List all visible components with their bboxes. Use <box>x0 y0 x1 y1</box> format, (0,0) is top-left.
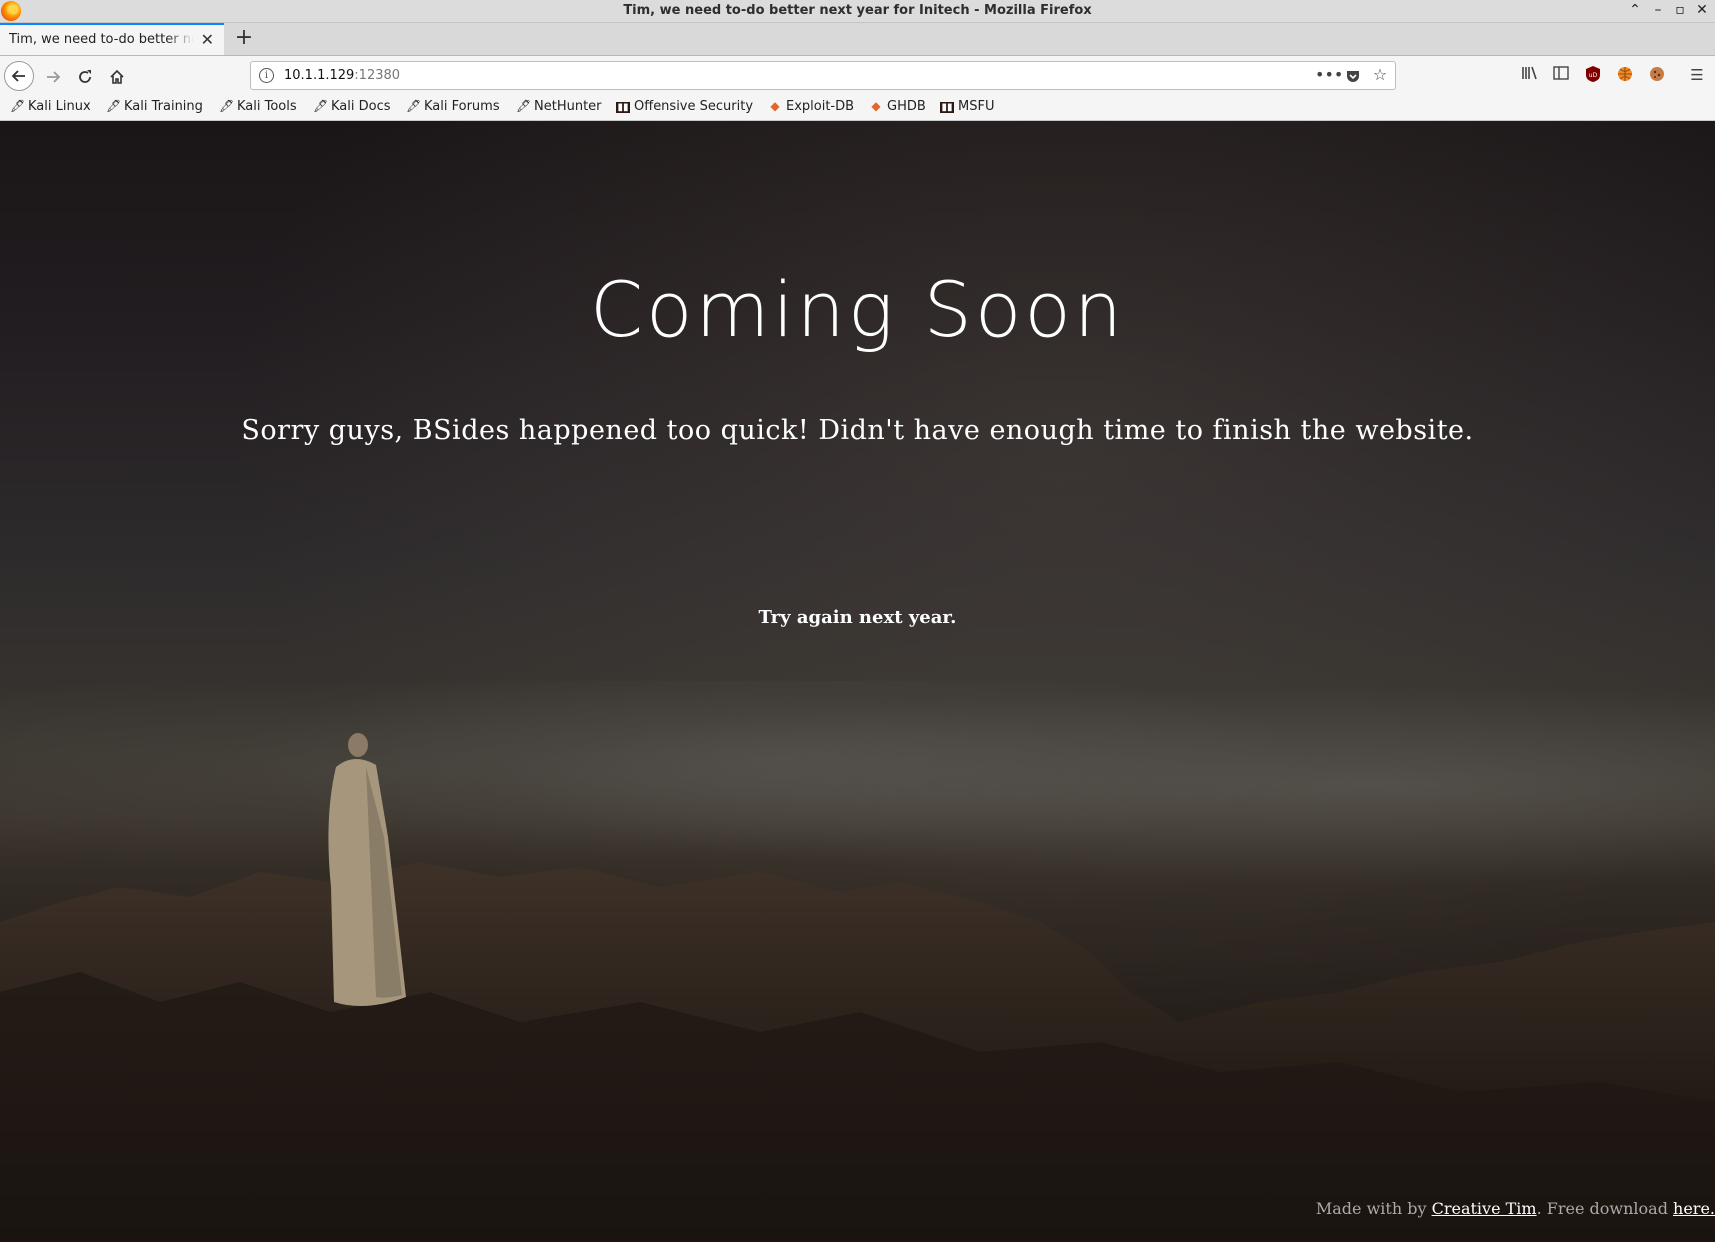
bookmark-ghdb[interactable]: ◆ GHDB <box>869 99 925 114</box>
reload-button[interactable] <box>70 61 100 91</box>
hamburger-menu-icon[interactable]: ☰ <box>1687 66 1707 84</box>
window-maximize-button[interactable]: ▫ <box>1672 2 1688 18</box>
arrow-left-icon <box>11 69 25 82</box>
bookmark-kali-forums[interactable]: 🖋︎ Kali Forums <box>406 99 500 114</box>
url-bar[interactable]: i 10.1.1.129:12380 ••• ☆ <box>250 61 1396 90</box>
tab-active[interactable]: Tim, we need to-do better next year for … <box>0 23 224 55</box>
bookmark-kali-linux[interactable]: 🖋︎ Kali Linux <box>10 99 91 114</box>
bookmark-kali-training[interactable]: 🖋︎ Kali Training <box>106 99 203 114</box>
kali-dragon-icon: 🖋︎ <box>406 99 422 113</box>
page-content: Coming Soon Sorry guys, BSides happened … <box>0 121 1715 1242</box>
kali-dragon-icon: 🖋︎ <box>313 99 329 113</box>
pocket-icon[interactable] <box>1343 65 1363 84</box>
exploitdb-icon: ◆ <box>871 99 881 113</box>
extension-cookie-icon[interactable] <box>1647 66 1667 86</box>
bookmark-msfu[interactable]: ▮▮ MSFU <box>940 99 994 114</box>
page-tagline: Try again next year. <box>758 607 957 628</box>
url-host: 10.1.1.129 <box>284 68 355 83</box>
page-subline: Sorry guys, BSides happened too quick! D… <box>241 415 1474 446</box>
window-minimize-button[interactable]: – <box>1650 2 1666 18</box>
footer-middle: . Free download <box>1536 1199 1674 1218</box>
home-icon <box>110 69 124 84</box>
bookmark-exploit-db[interactable]: ◆ Exploit-DB <box>768 99 854 114</box>
robed-figure-image <box>328 733 406 1006</box>
navigation-toolbar: i 10.1.1.129:12380 ••• ☆ uD ☰ <box>0 56 1715 96</box>
bookmarks-toolbar: 🖋︎ Kali Linux 🖋︎ Kali Training 🖋︎ Kali Tool… <box>0 96 1715 121</box>
bookmark-kali-tools[interactable]: 🖋︎ Kali Tools <box>219 99 297 114</box>
tab-close-icon[interactable]: ✕ <box>201 30 214 49</box>
offsec-icon: ▮▮ <box>940 102 954 113</box>
page-headline: Coming Soon <box>589 265 1126 354</box>
tab-title: Tim, we need to-do better next year for … <box>9 32 194 47</box>
library-icon[interactable] <box>1520 66 1540 84</box>
url-port: :12380 <box>354 68 401 83</box>
bookmark-kali-docs[interactable]: 🖋︎ Kali Docs <box>313 99 391 114</box>
page-actions-icon[interactable]: ••• <box>1315 65 1343 84</box>
kali-dragon-icon: 🖋︎ <box>219 99 235 113</box>
url-text[interactable]: 10.1.1.129:12380 <box>284 68 400 83</box>
svg-text:uD: uD <box>1589 72 1598 79</box>
ublock-origin-icon[interactable]: uD <box>1583 66 1603 86</box>
sidebar-icon[interactable] <box>1551 66 1571 84</box>
bookmark-nethunter[interactable]: 🖋︎ NetHunter <box>516 99 602 114</box>
arrow-right-icon <box>47 70 61 83</box>
tab-strip: Tim, we need to-do better next year for … <box>0 23 1715 56</box>
new-tab-button[interactable]: + <box>232 25 256 50</box>
bookmark-offensive-security[interactable]: ▮▮ Offensive Security <box>616 99 753 114</box>
site-info-icon[interactable]: i <box>259 68 274 83</box>
back-button[interactable] <box>4 61 34 91</box>
offsec-icon: ▮▮ <box>616 102 630 113</box>
home-button[interactable] <box>102 61 132 91</box>
reload-icon <box>79 69 91 83</box>
forward-button[interactable] <box>38 61 68 91</box>
exploitdb-icon: ◆ <box>770 99 780 113</box>
extension-ball-icon[interactable] <box>1615 66 1635 86</box>
window-titlebar: Tim, we need to-do better next year for … <box>0 0 1715 23</box>
kali-dragon-icon: 🖋︎ <box>10 99 26 113</box>
page-footer: Made with by Creative Tim. Free download… <box>1316 1199 1715 1218</box>
window-title: Tim, we need to-do better next year for … <box>623 3 1092 18</box>
bookmark-star-icon[interactable]: ☆ <box>1370 65 1390 84</box>
download-here-link[interactable]: here. <box>1673 1199 1715 1218</box>
creative-tim-link[interactable]: Creative Tim <box>1432 1199 1537 1218</box>
kali-dragon-icon: 🖋︎ <box>106 99 122 113</box>
kali-dragon-icon: 🖋︎ <box>516 99 532 113</box>
window-close-button[interactable]: ✕ <box>1694 2 1710 18</box>
footer-prefix: Made with by <box>1315 1199 1432 1218</box>
background-rocky-summit <box>0 862 1715 1242</box>
window-shade-button[interactable]: ⌃ <box>1627 2 1643 18</box>
